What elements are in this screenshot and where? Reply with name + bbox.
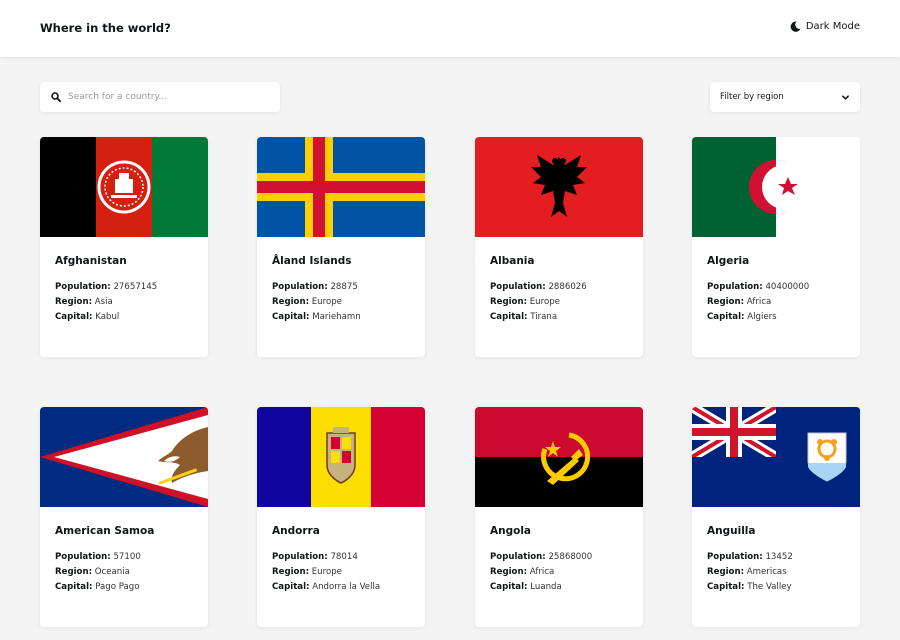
flag-albania bbox=[475, 137, 643, 237]
capital-label: Capital: bbox=[707, 312, 745, 322]
country-card-anguilla[interactable]: Anguilla Population: 13452 Region: Ameri… bbox=[692, 407, 860, 627]
region-value: Americas bbox=[746, 567, 787, 577]
capital-value: The Valley bbox=[747, 582, 792, 592]
population-label: Population: bbox=[55, 282, 111, 292]
region-label: Region: bbox=[490, 297, 528, 307]
search-box[interactable] bbox=[40, 82, 280, 112]
population-value: 2886026 bbox=[548, 282, 587, 292]
population-value: 25868000 bbox=[548, 552, 593, 562]
country-name: Angola bbox=[490, 525, 532, 537]
region-value: Europe bbox=[529, 297, 560, 307]
population-value: 28875 bbox=[330, 282, 358, 292]
country-name: Anguilla bbox=[707, 525, 756, 537]
population-value: 27657145 bbox=[113, 282, 158, 292]
capital-value: Mariehamn bbox=[312, 312, 361, 322]
country-card-andorra[interactable]: Andorra Population: 78014 Region: Europe… bbox=[257, 407, 425, 627]
region-value: Europe bbox=[311, 297, 342, 307]
region-label: Region: bbox=[55, 297, 93, 307]
country-card-american-samoa[interactable]: American Samoa Population: 57100 Region:… bbox=[40, 407, 208, 627]
population-label: Population: bbox=[272, 282, 328, 292]
capital-label: Capital: bbox=[55, 582, 93, 592]
country-name: Algeria bbox=[707, 255, 750, 267]
country-card-aland-islands[interactable]: Åland Islands Population: 28875 Region: … bbox=[257, 137, 425, 357]
capital-label: Capital: bbox=[272, 312, 310, 322]
region-label: Region: bbox=[272, 297, 310, 307]
country-name: Åland Islands bbox=[272, 255, 352, 267]
capital-label: Capital: bbox=[272, 582, 310, 592]
region-value: Asia bbox=[94, 297, 113, 307]
country-name: Andorra bbox=[272, 525, 320, 537]
capital-label: Capital: bbox=[55, 312, 93, 322]
capital-value: Tirana bbox=[530, 312, 558, 322]
flag-american-samoa bbox=[40, 407, 208, 507]
region-label: Region: bbox=[707, 567, 745, 577]
capital-value: Algiers bbox=[747, 312, 777, 322]
flag-angola bbox=[475, 407, 643, 507]
capital-label: Capital: bbox=[490, 312, 528, 322]
population-label: Population: bbox=[272, 552, 328, 562]
search-icon bbox=[51, 92, 61, 102]
flag-anguilla bbox=[692, 407, 860, 507]
population-value: 78014 bbox=[330, 552, 358, 562]
country-card-algeria[interactable]: Algeria Population: 40400000 Region: Afr… bbox=[692, 137, 860, 357]
region-label: Region: bbox=[272, 567, 310, 577]
capital-value: Andorra la Vella bbox=[312, 582, 381, 592]
country-name: American Samoa bbox=[55, 525, 155, 537]
moon-icon bbox=[790, 21, 801, 32]
population-label: Population: bbox=[707, 282, 763, 292]
region-label: Region: bbox=[707, 297, 745, 307]
region-label: Region: bbox=[490, 567, 528, 577]
filter-label: Filter by region bbox=[720, 92, 784, 102]
region-filter-dropdown[interactable]: Filter by region bbox=[710, 82, 860, 112]
country-card-afghanistan[interactable]: Afghanistan Population: 27657145 Region:… bbox=[40, 137, 208, 357]
region-value: Africa bbox=[529, 567, 555, 577]
country-card-albania[interactable]: Albania Population: 2886026 Region: Euro… bbox=[475, 137, 643, 357]
flag-aland-islands bbox=[257, 137, 425, 237]
dark-mode-toggle[interactable]: Dark Mode bbox=[790, 21, 860, 32]
app-title: Where in the world? bbox=[40, 21, 171, 35]
search-input[interactable] bbox=[68, 92, 268, 102]
flag-algeria bbox=[692, 137, 860, 237]
capital-value: Luanda bbox=[530, 582, 562, 592]
country-name: Afghanistan bbox=[55, 255, 127, 267]
dark-mode-label: Dark Mode bbox=[805, 21, 860, 32]
population-label: Population: bbox=[490, 282, 546, 292]
flag-afghanistan bbox=[40, 137, 208, 237]
region-value: Europe bbox=[311, 567, 342, 577]
top-header: Where in the world? Dark Mode bbox=[0, 0, 900, 57]
population-label: Population: bbox=[55, 552, 111, 562]
region-value: Africa bbox=[746, 297, 772, 307]
population-value: 40400000 bbox=[765, 282, 810, 292]
capital-value: Pago Pago bbox=[95, 582, 140, 592]
capital-label: Capital: bbox=[490, 582, 528, 592]
chevron-down-icon bbox=[841, 93, 850, 102]
population-value: 13452 bbox=[765, 552, 793, 562]
capital-label: Capital: bbox=[707, 582, 745, 592]
region-label: Region: bbox=[55, 567, 93, 577]
capital-value: Kabul bbox=[95, 312, 120, 322]
population-label: Population: bbox=[490, 552, 546, 562]
population-label: Population: bbox=[707, 552, 763, 562]
population-value: 57100 bbox=[113, 552, 141, 562]
country-name: Albania bbox=[490, 255, 535, 267]
region-value: Oceania bbox=[94, 567, 130, 577]
country-card-angola[interactable]: Angola Population: 25868000 Region: Afri… bbox=[475, 407, 643, 627]
flag-andorra bbox=[257, 407, 425, 507]
